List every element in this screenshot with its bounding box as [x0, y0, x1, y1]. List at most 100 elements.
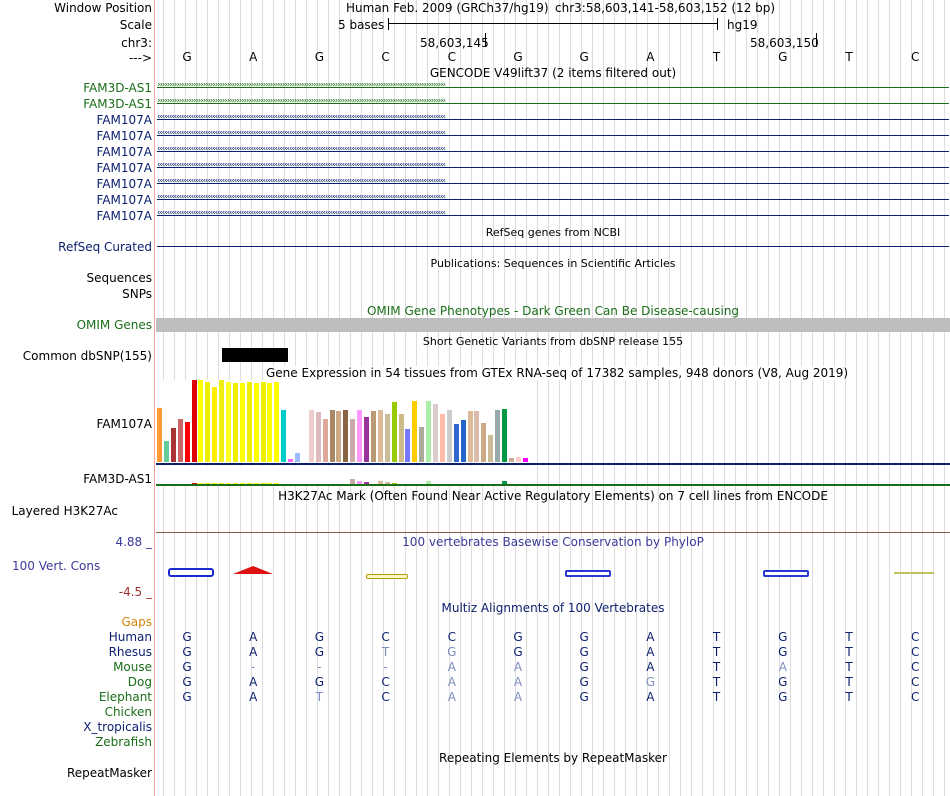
dbsnp-label[interactable]: Common dbSNP(155): [0, 349, 152, 363]
gtex-tissue-bar[interactable]: [343, 410, 349, 462]
gtex-tissue-bar[interactable]: [412, 401, 418, 462]
gtex-tissue-bar[interactable]: [253, 383, 259, 462]
gencode-track-intron[interactable]: ‹‹‹‹‹‹‹‹‹‹‹‹‹‹‹‹‹‹‹‹‹‹‹‹‹‹‹‹‹‹‹‹‹‹‹‹‹‹‹‹…: [157, 211, 949, 220]
assembly-title[interactable]: Human Feb. 2009 (GRCh37/hg19): [346, 1, 549, 15]
h3k27ac-title[interactable]: H3K27Ac Mark (Often Found Near Active Re…: [156, 489, 950, 503]
gtex-tissue-bar[interactable]: [184, 422, 190, 462]
publications-snps-label[interactable]: SNPs: [0, 287, 152, 301]
multiz-species-label[interactable]: Chicken: [0, 705, 152, 719]
gtex-tissue-bar[interactable]: [364, 417, 369, 462]
gtex-tissue-bar[interactable]: [384, 414, 390, 462]
gtex-tissue-bar[interactable]: [163, 441, 169, 462]
gtex-tissue-bar[interactable]: [212, 387, 218, 462]
gtex-tissue-bar[interactable]: [226, 382, 231, 462]
gtex-tissue-bar[interactable]: [426, 401, 432, 462]
omim-bar[interactable]: [156, 318, 950, 332]
gencode-track-intron[interactable]: ››››››››››››››››››››››››››››››››››››››››…: [157, 99, 949, 108]
omim-title[interactable]: OMIM Gene Phenotypes - Dark Green Can Be…: [156, 304, 950, 318]
phylop-title[interactable]: 100 vertebrates Basewise Conservation by…: [156, 535, 950, 549]
multiz-species-label[interactable]: Rhesus: [0, 645, 152, 659]
gtex-tissue-bar[interactable]: [508, 458, 514, 462]
gencode-track-intron[interactable]: ‹‹‹‹‹‹‹‹‹‹‹‹‹‹‹‹‹‹‹‹‹‹‹‹‹‹‹‹‹‹‹‹‹‹‹‹‹‹‹‹…: [157, 179, 949, 188]
gtex-tissue-bar[interactable]: [419, 427, 425, 462]
position-readout[interactable]: chr3:58,603,141-58,603,152 (12 bp): [555, 1, 775, 15]
gencode-track-label[interactable]: FAM3D-AS1: [0, 81, 152, 95]
multiz-species-label[interactable]: Dog: [0, 675, 152, 689]
gtex-tissue-bar[interactable]: [481, 423, 487, 462]
gencode-track-intron[interactable]: ‹‹‹‹‹‹‹‹‹‹‹‹‹‹‹‹‹‹‹‹‹‹‹‹‹‹‹‹‹‹‹‹‹‹‹‹‹‹‹‹…: [157, 131, 949, 140]
gtex-tissue-bar[interactable]: [288, 459, 294, 462]
gtex-tissue-bar[interactable]: [405, 429, 411, 462]
gtex-gene2-label[interactable]: FAM3D-AS1: [0, 472, 152, 486]
gencode-track-label[interactable]: FAM107A: [0, 113, 152, 127]
gencode-track-label[interactable]: FAM107A: [0, 209, 152, 223]
gtex-gene1-label[interactable]: FAM107A: [0, 417, 152, 431]
phylop-label[interactable]: 100 Vert. Cons: [12, 559, 100, 573]
gtex-tissue-bar[interactable]: [322, 419, 328, 462]
gencode-track-intron[interactable]: ‹‹‹‹‹‹‹‹‹‹‹‹‹‹‹‹‹‹‹‹‹‹‹‹‹‹‹‹‹‹‹‹‹‹‹‹‹‹‹‹…: [157, 195, 949, 204]
gtex-tissue-bar[interactable]: [308, 410, 314, 462]
gtex-tissue-bar[interactable]: [446, 410, 452, 462]
gtex-tissue-bar[interactable]: [281, 410, 287, 462]
gencode-track-intron[interactable]: ‹‹‹‹‹‹‹‹‹‹‹‹‹‹‹‹‹‹‹‹‹‹‹‹‹‹‹‹‹‹‹‹‹‹‹‹‹‹‹‹…: [157, 163, 949, 172]
repeatmasker-label[interactable]: RepeatMasker: [0, 766, 152, 780]
gencode-track-label[interactable]: FAM3D-AS1: [0, 97, 152, 111]
gencode-track-label[interactable]: FAM107A: [0, 161, 152, 175]
gencode-track-label[interactable]: FAM107A: [0, 193, 152, 207]
gtex-tissue-bar[interactable]: [295, 453, 300, 462]
gtex-tissue-bar[interactable]: [488, 435, 494, 462]
omim-label[interactable]: OMIM Genes: [0, 318, 152, 332]
gtex-tissue-bar[interactable]: [370, 411, 376, 462]
multiz-title[interactable]: Multiz Alignments of 100 Vertebrates: [156, 601, 950, 615]
gtex-tissue-bar[interactable]: [260, 382, 266, 462]
gtex-tissue-bar[interactable]: [315, 412, 321, 462]
gtex-tissue-bar[interactable]: [502, 409, 507, 462]
gencode-track-intron[interactable]: ››››››››››››››››››››››››››››››››››››››››…: [157, 83, 949, 92]
dbsnp-variant[interactable]: [222, 348, 288, 362]
repeatmasker-title[interactable]: Repeating Elements by RepeatMasker: [156, 751, 950, 765]
gtex-chart-fam107a[interactable]: [156, 380, 536, 462]
refseq-title[interactable]: RefSeq genes from NCBI: [156, 226, 950, 240]
gtex-tissue-bar[interactable]: [357, 410, 363, 462]
multiz-gaps-label[interactable]: Gaps: [0, 615, 152, 629]
gtex-tissue-bar[interactable]: [336, 411, 342, 462]
gtex-tissue-bar[interactable]: [157, 408, 162, 462]
gencode-track-label[interactable]: FAM107A: [0, 177, 152, 191]
gtex-tissue-bar[interactable]: [329, 410, 335, 462]
gtex-tissue-bar[interactable]: [391, 402, 397, 462]
gencode-track-intron[interactable]: ‹‹‹‹‹‹‹‹‹‹‹‹‹‹‹‹‹‹‹‹‹‹‹‹‹‹‹‹‹‹‹‹‹‹‹‹‹‹‹‹…: [157, 147, 949, 156]
publications-sequences-label[interactable]: Sequences: [0, 271, 152, 285]
multiz-species-label[interactable]: Human: [0, 630, 152, 644]
gtex-tissue-bar[interactable]: [301, 461, 307, 462]
gtex-tissue-bar[interactable]: [474, 411, 480, 462]
multiz-species-label[interactable]: Elephant: [0, 690, 152, 704]
gencode-track-label[interactable]: FAM107A: [0, 129, 152, 143]
gtex-tissue-bar[interactable]: [350, 419, 356, 462]
gencode-title[interactable]: GENCODE V49lift37 (2 items filtered out): [156, 66, 950, 80]
dbsnp-title[interactable]: Short Genetic Variants from dbSNP releas…: [156, 335, 950, 349]
gtex-tissue-bar[interactable]: [170, 428, 176, 462]
gtex-tissue-bar[interactable]: [246, 382, 252, 462]
gtex-tissue-bar[interactable]: [267, 383, 273, 462]
gtex-tissue-bar[interactable]: [453, 424, 459, 462]
gencode-track-intron[interactable]: ‹‹‹‹‹‹‹‹‹‹‹‹‹‹‹‹‹‹‹‹‹‹‹‹‹‹‹‹‹‹‹‹‹‹‹‹‹‹‹‹…: [157, 115, 949, 124]
refseq-label[interactable]: RefSeq Curated: [0, 240, 152, 254]
gtex-tissue-bar[interactable]: [191, 380, 197, 462]
multiz-species-label[interactable]: Mouse: [0, 660, 152, 674]
gtex-tissue-bar[interactable]: [198, 380, 204, 462]
gtex-tissue-bar[interactable]: [398, 414, 404, 462]
gtex-tissue-bar[interactable]: [177, 419, 183, 462]
gtex-chart-fam3d-as1[interactable]: [156, 466, 536, 484]
gtex-tissue-bar[interactable]: [433, 404, 438, 462]
gtex-tissue-bar[interactable]: [522, 458, 528, 462]
gtex-tissue-bar[interactable]: [239, 383, 245, 462]
multiz-species-label[interactable]: X_tropicalis: [0, 720, 152, 734]
publications-title[interactable]: Publications: Sequences in Scientific Ar…: [156, 257, 950, 271]
refseq-line[interactable]: [157, 246, 949, 247]
gtex-tissue-bar[interactable]: [377, 410, 383, 462]
gtex-tissue-bar[interactable]: [205, 382, 211, 462]
gtex-tissue-bar[interactable]: [439, 414, 445, 462]
multiz-species-label[interactable]: Zebrafish: [0, 735, 152, 749]
gtex-tissue-bar[interactable]: [460, 420, 466, 462]
gtex-tissue-bar[interactable]: [274, 382, 280, 462]
